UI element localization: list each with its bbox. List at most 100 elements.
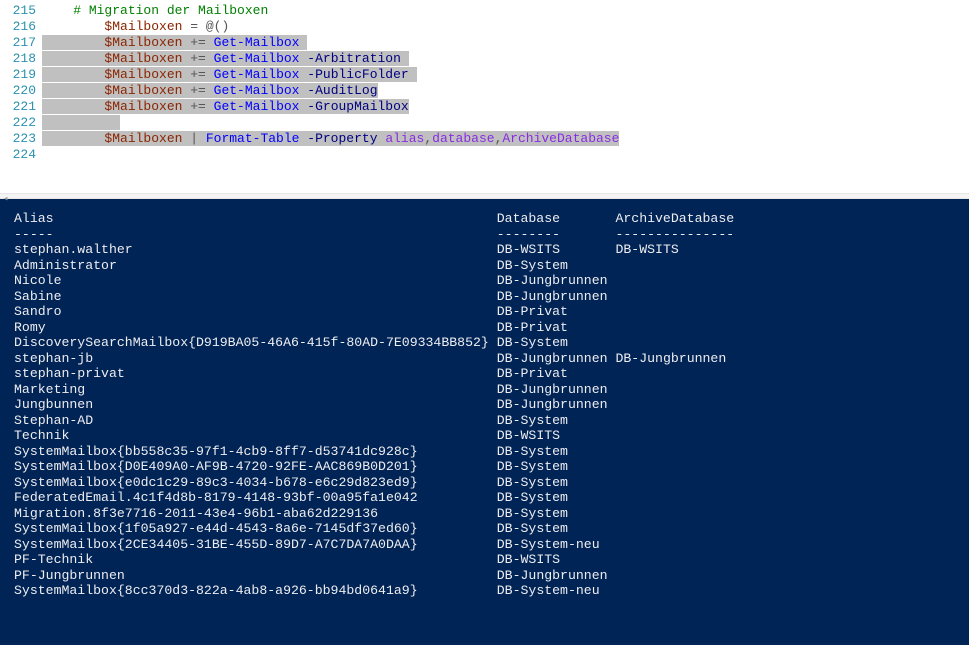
code-token: alias xyxy=(385,131,424,146)
cell-database: DB-System xyxy=(497,506,616,521)
code-line[interactable]: $Mailboxen = @() xyxy=(42,19,969,35)
code-line[interactable]: $Mailboxen += Get-Mailbox -AuditLog xyxy=(42,83,969,99)
code-token: $Mailboxen xyxy=(104,51,182,66)
console-row: DiscoverySearchMailbox{D919BA05-46A6-415… xyxy=(14,335,955,351)
console-row: FederatedEmail.4c1f4d8b-8179-4148-93bf-0… xyxy=(14,490,955,506)
cell-database: DB-System-neu xyxy=(497,583,616,598)
line-number: 216 xyxy=(3,19,36,35)
code-token: | xyxy=(182,131,205,146)
code-token: $Mailboxen xyxy=(104,67,182,82)
code-token: ArchiveDatabase xyxy=(502,131,619,146)
code-token xyxy=(42,67,104,82)
console-row: Nicole DB-Jungbrunnen xyxy=(14,273,955,289)
console-header: Alias Database ArchiveDatabase xyxy=(14,211,955,227)
cell-alias: stephan.walther xyxy=(14,242,497,257)
line-number: 223 xyxy=(3,131,36,147)
cell-database: DB-Jungbrunnen xyxy=(497,382,616,397)
code-token: $Mailboxen xyxy=(104,131,182,146)
code-token xyxy=(42,131,104,146)
cell-archivedatabase: DB-WSITS xyxy=(615,242,678,257)
cell-alias: PF-Jungbrunnen xyxy=(14,568,497,583)
line-number: 224 xyxy=(3,147,36,163)
cell-alias: Marketing xyxy=(14,382,497,397)
cell-database: DB-System xyxy=(497,258,616,273)
cell-alias: stephan-jb xyxy=(14,351,497,366)
code-token: = xyxy=(182,19,205,34)
console-row: stephan-jb DB-Jungbrunnen DB-Jungbrunnen xyxy=(14,351,955,367)
cell-database: DB-System xyxy=(497,475,616,490)
cell-alias: Administrator xyxy=(14,258,497,273)
code-token xyxy=(42,3,73,18)
code-token: -AuditLog xyxy=(307,83,377,98)
console-row: Migration.8f3e7716-2011-43e4-96b1-aba62d… xyxy=(14,506,955,522)
line-number: 220 xyxy=(3,83,36,99)
cell-database: DB-WSITS xyxy=(497,242,616,257)
code-token: += xyxy=(182,51,213,66)
code-line[interactable] xyxy=(42,147,969,163)
console-row: SystemMailbox{D0E409A0-AF9B-4720-92FE-AA… xyxy=(14,459,955,475)
console-row: Jungbunnen DB-Jungbrunnen xyxy=(14,397,955,413)
code-token: $Mailboxen xyxy=(104,35,182,50)
code-token xyxy=(299,35,307,50)
code-token xyxy=(409,67,417,82)
line-number-gutter: 215216217218219220221222223224 xyxy=(0,0,42,193)
console-row: PF-Technik DB-WSITS xyxy=(14,552,955,568)
cell-database: DB-System xyxy=(497,490,616,505)
console-row: SystemMailbox{e0dc1c29-89c3-4034-b678-e6… xyxy=(14,475,955,491)
code-token: += xyxy=(182,67,213,82)
code-token: += xyxy=(182,99,213,114)
line-number: 219 xyxy=(3,67,36,83)
cell-database: DB-System xyxy=(497,413,616,428)
console-row: SystemMailbox{bb558c35-97f1-4cb9-8ff7-d5… xyxy=(14,444,955,460)
console-row: stephan-privat DB-Privat xyxy=(14,366,955,382)
code-token: Get-Mailbox xyxy=(214,51,300,66)
code-line[interactable]: $Mailboxen += Get-Mailbox -Arbitration xyxy=(42,51,969,67)
cell-database: DB-Jungbrunnen xyxy=(497,351,616,366)
cell-alias: stephan-privat xyxy=(14,366,497,381)
code-token: Get-Mailbox xyxy=(214,83,300,98)
code-token xyxy=(42,19,104,34)
cell-alias: Stephan-AD xyxy=(14,413,497,428)
cell-alias: Migration.8f3e7716-2011-43e4-96b1-aba62d… xyxy=(14,506,497,521)
console-row: stephan.walther DB-WSITS DB-WSITS xyxy=(14,242,955,258)
cell-database: DB-Privat xyxy=(497,320,616,335)
cell-alias: DiscoverySearchMailbox{D919BA05-46A6-415… xyxy=(14,335,497,350)
console-row: Stephan-AD DB-System xyxy=(14,413,955,429)
code-line[interactable]: $Mailboxen += Get-Mailbox -GroupMailbox xyxy=(42,99,969,115)
code-token: $Mailboxen xyxy=(104,99,182,114)
code-line[interactable]: # Migration der Mailboxen xyxy=(42,3,969,19)
cell-alias: SystemMailbox{2CE34405-31BE-455D-89D7-A7… xyxy=(14,537,497,552)
cell-alias: SystemMailbox{bb558c35-97f1-4cb9-8ff7-d5… xyxy=(14,444,497,459)
code-token: $Mailboxen xyxy=(104,83,182,98)
code-token xyxy=(42,83,104,98)
cell-database: DB-Jungbrunnen xyxy=(497,397,616,412)
console-output-pane[interactable]: Alias Database ArchiveDatabase----- ----… xyxy=(0,199,969,645)
code-token: database xyxy=(432,131,494,146)
code-token: += xyxy=(182,83,213,98)
code-token xyxy=(42,35,104,50)
code-token: Get-Mailbox xyxy=(214,67,300,82)
code-token: # Migration der Mailboxen xyxy=(73,3,268,18)
cell-alias: Jungbunnen xyxy=(14,397,497,412)
line-number: 217 xyxy=(3,35,36,51)
code-token: Get-Mailbox xyxy=(214,99,300,114)
cell-archivedatabase: DB-Jungbrunnen xyxy=(615,351,726,366)
code-area[interactable]: # Migration der Mailboxen $Mailboxen = @… xyxy=(42,0,969,193)
code-line[interactable] xyxy=(42,115,969,131)
cell-alias: Nicole xyxy=(14,273,497,288)
code-line[interactable]: $Mailboxen | Format-Table -Property alia… xyxy=(42,131,969,147)
code-token: , xyxy=(424,131,432,146)
cell-alias: SystemMailbox{8cc370d3-822a-4ab8-a926-bb… xyxy=(14,583,497,598)
cell-alias: Technik xyxy=(14,428,497,443)
console-row: Romy DB-Privat xyxy=(14,320,955,336)
cell-database: DB-Jungbrunnen xyxy=(497,568,616,583)
code-token: += xyxy=(182,35,213,50)
line-number: 221 xyxy=(3,99,36,115)
cell-alias: Sabine xyxy=(14,289,497,304)
code-line[interactable]: $Mailboxen += Get-Mailbox -PublicFolder xyxy=(42,67,969,83)
console-row: Technik DB-WSITS xyxy=(14,428,955,444)
cell-database: DB-Privat xyxy=(497,366,616,381)
code-line[interactable]: $Mailboxen += Get-Mailbox xyxy=(42,35,969,51)
code-token xyxy=(42,99,104,114)
code-editor-pane[interactable]: 215216217218219220221222223224 # Migrati… xyxy=(0,0,969,193)
